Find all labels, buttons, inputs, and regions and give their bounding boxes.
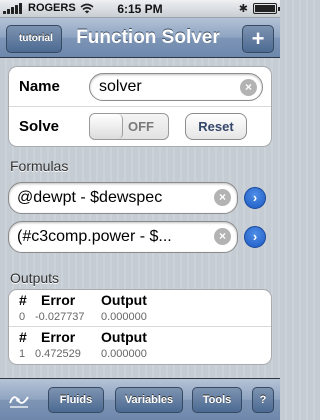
toggle-knob: [90, 114, 123, 139]
formulas-list: @dewpt - $dewspec × › (#c3comp.power - $…: [8, 178, 272, 258]
solve-label: Solve: [19, 118, 60, 135]
bottom-toolbar: Fluids Variables Tools ?: [0, 378, 280, 420]
output-row[interactable]: # Error Output 0 -0.027737 0.000000: [9, 290, 271, 327]
clear-icon[interactable]: ×: [214, 189, 231, 206]
outputs-header: Outputs: [10, 270, 60, 286]
row-index: 0: [19, 311, 26, 323]
col-output-header: Output: [101, 292, 147, 308]
row-index: 1: [19, 348, 26, 360]
col-error-header: Error: [41, 292, 76, 308]
row-error: -0.027737: [35, 311, 85, 323]
formula-row: (#c3comp.power - $... × ›: [8, 221, 272, 257]
output-row[interactable]: # Error Output 1 0.472529 0.000000: [9, 327, 271, 364]
formula-text: (#c3comp.power - $...: [17, 228, 172, 245]
battery-icon: [253, 3, 280, 14]
disclosure-icon[interactable]: ›: [244, 187, 266, 209]
formula-text: @dewpt - $dewspec: [17, 189, 163, 206]
status-bar: ROGERS 6:15 PM ✱: [0, 0, 280, 18]
col-output-header: Output: [101, 329, 147, 345]
fluids-button[interactable]: Fluids: [48, 387, 104, 413]
col-error-header: Error: [41, 329, 76, 345]
name-label: Name: [19, 78, 60, 95]
variables-button[interactable]: Variables: [115, 387, 183, 413]
clear-icon[interactable]: ×: [214, 228, 231, 245]
formula-field[interactable]: @dewpt - $dewspec: [8, 182, 238, 214]
clear-icon[interactable]: ×: [240, 79, 257, 96]
row-error: 0.472529: [35, 348, 81, 360]
page-title: Function Solver: [76, 27, 220, 48]
formula-field[interactable]: (#c3comp.power - $...: [8, 221, 238, 253]
row-output: 0.000000: [101, 348, 147, 360]
formula-row: @dewpt - $dewspec × ›: [8, 182, 272, 218]
row-output: 0.000000: [101, 311, 147, 323]
col-index-header: #: [19, 329, 27, 345]
name-row: Name solver ×: [9, 67, 271, 107]
navigation-bar: tutorial Function Solver +: [0, 18, 280, 58]
function-graph-icon[interactable]: [8, 389, 30, 411]
back-button[interactable]: tutorial: [6, 25, 62, 53]
disclosure-icon[interactable]: ›: [244, 226, 266, 248]
bluetooth-icon: ✱: [238, 3, 248, 15]
help-button[interactable]: ?: [252, 387, 274, 413]
name-field[interactable]: solver: [89, 73, 263, 101]
outputs-table: # Error Output 0 -0.027737 0.000000 # Er…: [8, 289, 272, 365]
solve-row: Solve OFF Reset: [9, 107, 271, 146]
solve-toggle[interactable]: OFF: [89, 113, 169, 140]
tools-button[interactable]: Tools: [192, 387, 242, 413]
reset-button[interactable]: Reset: [185, 113, 247, 140]
toggle-state-text: OFF: [128, 119, 154, 134]
name-value: solver: [99, 78, 142, 95]
solver-settings-group: Name solver × Solve OFF Reset: [8, 66, 272, 147]
add-button[interactable]: +: [242, 25, 274, 53]
col-index-header: #: [19, 292, 27, 308]
formulas-header: Formulas: [10, 158, 69, 174]
